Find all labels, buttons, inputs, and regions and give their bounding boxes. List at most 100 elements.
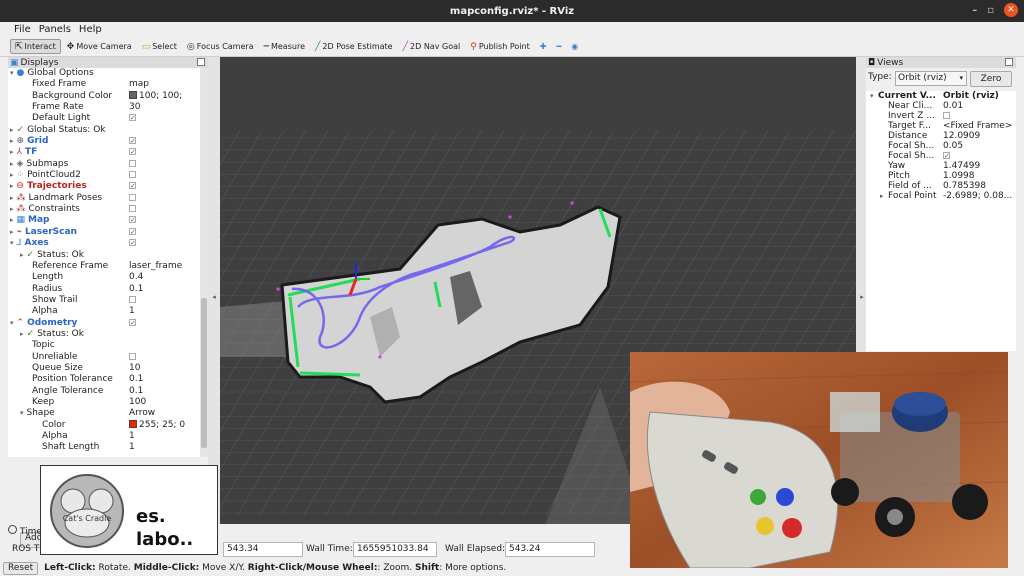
display-row[interactable]: Frame Rate 30	[8, 102, 208, 113]
display-value[interactable]: 1	[129, 431, 135, 441]
expand-right-icon[interactable]: ▸	[10, 148, 14, 156]
color-swatch[interactable]	[129, 420, 137, 429]
display-value[interactable]: 255; 25; 0	[139, 420, 185, 430]
view-property-row[interactable]: Distance 12.0909	[866, 131, 1016, 141]
display-row[interactable]: Color 255; 25; 0	[8, 420, 208, 431]
display-row[interactable]: Show Trail	[8, 295, 208, 306]
display-value[interactable]: 0.1	[129, 374, 143, 384]
displays-scrollbar[interactable]	[200, 68, 208, 457]
display-value[interactable]: Arrow	[129, 408, 155, 418]
display-row[interactable]: ▾ Shape Arrow	[8, 408, 208, 419]
expand-right-icon[interactable]: ▸	[10, 126, 14, 134]
add-view-icon[interactable]: ✚	[536, 39, 551, 54]
undock-icon[interactable]	[1005, 58, 1013, 66]
tool-cursor[interactable]: ⇱ Interact	[10, 39, 61, 54]
display-row[interactable]: ▸ ◈ Submaps	[8, 159, 208, 170]
display-row[interactable]: Alpha 1	[8, 306, 208, 317]
expand-arrow-icon[interactable]: ▾	[870, 91, 874, 101]
display-value[interactable]: 10	[129, 363, 140, 373]
close-icon[interactable]: ✕	[1004, 3, 1018, 17]
display-row[interactable]: ▸ ⁂ Landmark Poses	[8, 193, 208, 204]
display-row[interactable]: ▸ ⊖ Trajectories ✓	[8, 181, 208, 192]
checkbox[interactable]	[129, 159, 136, 167]
view-property-row[interactable]: Focal Sh... 0.05	[866, 141, 1016, 151]
zero-button[interactable]: Zero	[970, 71, 1012, 87]
display-row[interactable]: ▸ ⌁ LaserScan ✓	[8, 227, 208, 238]
view-property-row[interactable]: Pitch 1.0998	[866, 171, 1016, 181]
display-row[interactable]: ▸ ⁂ Constraints	[8, 204, 208, 215]
checkbox[interactable]: ✓	[943, 152, 950, 160]
camera-view-icon[interactable]: ◉	[567, 39, 582, 54]
display-row[interactable]: Keep 100	[8, 397, 208, 408]
display-row[interactable]: Alpha 1	[8, 431, 208, 442]
display-row[interactable]: ▸ ⅄ TF ✓	[8, 147, 208, 158]
tool-move-camera[interactable]: ✥ Move Camera	[63, 39, 136, 54]
expand-down-icon[interactable]: ▾	[10, 239, 14, 247]
display-row[interactable]: ▸ ✓ Global Status: Ok	[8, 125, 208, 136]
color-swatch[interactable]	[129, 91, 137, 100]
view-property-row[interactable]: Field of ... 0.785398	[866, 181, 1016, 191]
tool-nav-goal[interactable]: ╱ 2D Nav Goal	[399, 39, 465, 54]
expand-right-icon[interactable]: ▸	[10, 160, 14, 168]
display-row[interactable]: Shaft Length 1	[8, 442, 208, 453]
checkbox[interactable]: ✓	[129, 227, 136, 235]
tool-focus-camera[interactable]: ◎ Focus Camera	[183, 39, 258, 54]
checkbox[interactable]: ✓	[129, 216, 136, 224]
checkbox[interactable]: ✓	[129, 114, 136, 122]
tool-pose-estimate[interactable]: ╱ 2D Pose Estimate	[311, 39, 397, 54]
display-row[interactable]: Length 0.4	[8, 272, 208, 283]
view-property-row[interactable]: Near Cli... 0.01	[866, 101, 1016, 111]
reset-button[interactable]: Reset	[3, 561, 39, 575]
display-row[interactable]: Angle Tolerance 0.1	[8, 386, 208, 397]
checkbox[interactable]	[943, 112, 950, 119]
display-value[interactable]: 0.1	[129, 386, 143, 396]
remove-view-icon[interactable]: ━	[552, 39, 565, 54]
expand-right-icon[interactable]: ▸	[10, 137, 14, 145]
expand-right-icon[interactable]: ▸	[20, 251, 24, 259]
tool-publish-point[interactable]: ⚲ Publish Point	[466, 39, 534, 54]
display-row[interactable]: ▾ ⅃ Axes ✓	[8, 238, 208, 249]
checkbox[interactable]: ✓	[129, 148, 136, 156]
display-value[interactable]: map	[129, 79, 149, 89]
expand-right-icon[interactable]: ▸	[10, 216, 14, 224]
display-row[interactable]: Queue Size 10	[8, 363, 208, 374]
display-row[interactable]: Topic	[8, 340, 208, 351]
display-row[interactable]: ▸ ✓ Status: Ok	[8, 329, 208, 340]
display-row[interactable]: ▸ ⁘ PointCloud2	[8, 170, 208, 181]
wall-time-field[interactable]: 1655951033.84	[353, 542, 437, 557]
menu-file[interactable]: File	[14, 24, 31, 35]
display-row[interactable]: ▾ ⌃ Odometry ✓	[8, 318, 208, 329]
ros-time-field[interactable]: 543.34	[223, 542, 303, 557]
view-property-row[interactable]: Invert Z ...	[866, 111, 1016, 121]
expand-right-icon[interactable]: ▸	[10, 205, 14, 213]
tool-measure[interactable]: ━ Measure	[260, 39, 309, 54]
maximize-icon[interactable]: ▫	[987, 5, 994, 16]
display-value[interactable]: 30	[129, 102, 140, 112]
expand-down-icon[interactable]: ▾	[20, 409, 24, 417]
checkbox[interactable]	[129, 171, 136, 179]
checkbox[interactable]: ✓	[129, 137, 136, 145]
display-row[interactable]: Reference Frame laser_frame	[8, 261, 208, 272]
expand-right-icon[interactable]: ▸	[880, 191, 884, 201]
display-value[interactable]: 0.1	[129, 284, 143, 294]
display-row[interactable]: ▸ ⊕ Grid ✓	[8, 136, 208, 147]
display-row[interactable]: Position Tolerance 0.1	[8, 374, 208, 385]
expand-down-icon[interactable]: ▾	[10, 319, 14, 327]
display-value[interactable]: 1	[129, 306, 135, 316]
checkbox[interactable]	[129, 193, 136, 201]
display-value[interactable]: 1	[129, 442, 135, 452]
expand-right-icon[interactable]: ▸	[10, 194, 14, 202]
display-row[interactable]: ▾ ● Global Options	[8, 68, 208, 79]
checkbox[interactable]: ✓	[129, 182, 136, 190]
view-property-row[interactable]: Focal Sh... ✓	[866, 151, 1016, 161]
checkbox[interactable]	[129, 352, 136, 360]
display-value[interactable]: 0.4	[129, 272, 143, 282]
menu-help[interactable]: Help	[79, 24, 102, 35]
view-property-value[interactable]: 1.0998	[943, 171, 975, 181]
wall-elapsed-field[interactable]: 543.24	[505, 542, 595, 557]
display-row[interactable]: Radius 0.1	[8, 284, 208, 295]
display-row[interactable]: ▸ ✓ Status: Ok	[8, 250, 208, 261]
view-property-value[interactable]: -2.6989; 0.08...	[943, 191, 1012, 201]
view-property-value[interactable]: 0.01	[943, 101, 963, 111]
checkbox[interactable]: ✓	[129, 318, 136, 326]
